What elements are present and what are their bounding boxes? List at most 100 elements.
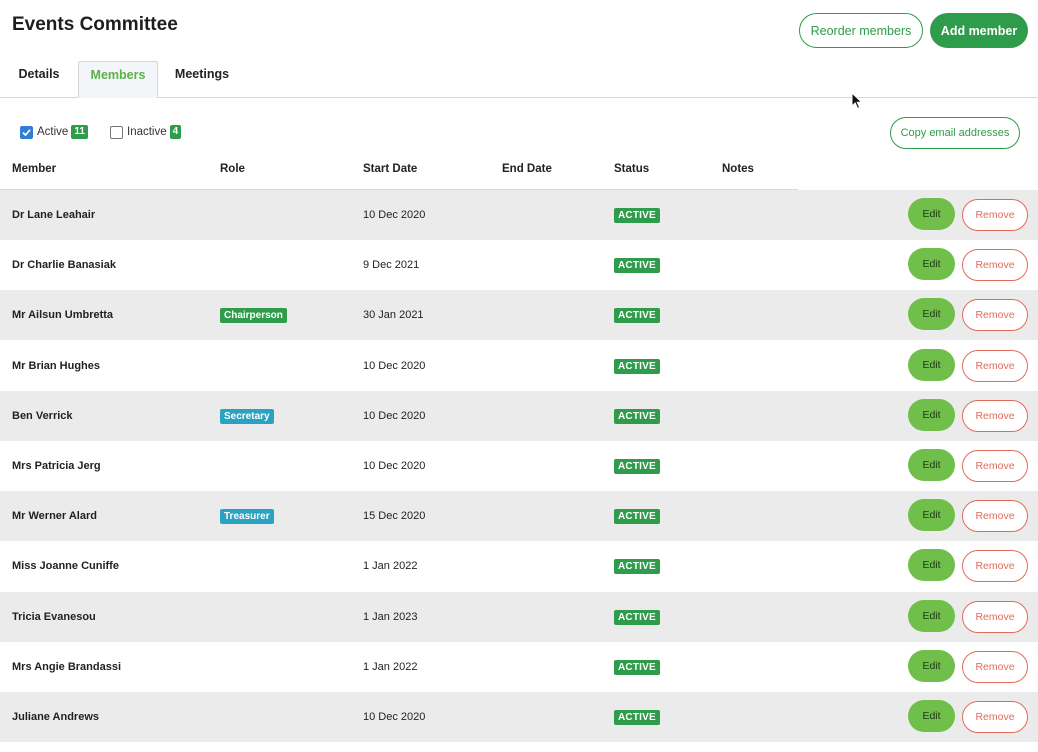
tab-bar: Details Members Meetings (0, 61, 1038, 98)
table-row: Mr Ailsun Umbretta Chairperson 30 Jan 2021… (0, 290, 1038, 340)
active-filter[interactable]: Active 11 (20, 123, 88, 141)
member-name: Ben Verrick (12, 410, 73, 422)
reorder-members-button[interactable]: Reorder members (799, 13, 923, 48)
table-row: Mrs Patricia Jerg 10 Dec 2020 ACTIVE Edit Re… (0, 441, 1038, 491)
table-row: Mr Werner Alard Treasurer 15 Dec 2020 ACTIV… (0, 491, 1038, 541)
status-badge: ACTIVE (614, 709, 660, 725)
add-member-button[interactable]: Add member (930, 13, 1028, 48)
page-title: Events Committee (12, 14, 178, 35)
table-row: Mrs Angie Brandassi 1 Jan 2022 ACTIVE Edit R… (0, 642, 1038, 692)
inactive-filter[interactable]: Inactive 4 (110, 123, 182, 141)
inactive-count-badge: 4 (169, 125, 182, 139)
remove-member-button[interactable]: Remove (962, 701, 1028, 733)
member-name: Dr Charlie Banasiak (12, 259, 116, 271)
start-date: 9 Dec 2021 (363, 259, 420, 271)
status-cell: ACTIVE (614, 642, 660, 692)
active-checkbox[interactable] (20, 125, 33, 139)
member-name: Mr Werner Alard (12, 510, 97, 522)
edit-member-button[interactable]: Edit (908, 600, 955, 632)
status-cell: ACTIVE (614, 592, 660, 642)
edit-member-button[interactable]: Edit (908, 399, 955, 431)
status-badge: ACTIVE (614, 609, 660, 625)
status-cell: ACTIVE (614, 240, 660, 290)
remove-member-button[interactable]: Remove (962, 199, 1028, 231)
table-row: Juliane Andrews 10 Dec 2020 ACTIVE Edit Remo… (0, 692, 1038, 742)
column-header-notes[interactable]: Notes (722, 163, 754, 175)
role-badge: Treasurer (220, 508, 274, 524)
member-role-cell: Secretary (220, 391, 274, 441)
table-row: Dr Charlie Banasiak 9 Dec 2021 ACTIVE Edit R… (0, 240, 1038, 290)
tab-meetings[interactable]: Meetings (166, 61, 238, 98)
member-name: Dr Lane Leahair (12, 209, 96, 221)
member-role-cell: Chairperson (220, 290, 287, 340)
start-date: 1 Jan 2023 (363, 611, 418, 623)
table-row: Miss Joanne Cuniffe 1 Jan 2022 ACTIVE Edit R… (0, 541, 1038, 591)
edit-member-button[interactable]: Edit (908, 700, 955, 732)
remove-member-button[interactable]: Remove (962, 400, 1028, 432)
start-date: 10 Dec 2020 (363, 209, 426, 221)
table-header: Member Role Start Date End Date Status N… (0, 155, 1038, 190)
column-header-status[interactable]: Status (614, 163, 649, 175)
member-name: Tricia Evanesou (12, 611, 96, 623)
edit-member-button[interactable]: Edit (908, 349, 955, 381)
inactive-filter-label: Inactive (127, 126, 167, 138)
column-header-end-date[interactable]: End Date (502, 163, 552, 175)
edit-member-button[interactable]: Edit (908, 499, 955, 531)
edit-member-button[interactable]: Edit (908, 198, 955, 230)
member-name: Juliane Andrews (12, 711, 100, 723)
member-name: Mr Brian Hughes (12, 360, 101, 372)
table-row: Tricia Evanesou 1 Jan 2023 ACTIVE Edit Remov… (0, 592, 1038, 642)
status-badge: ACTIVE (614, 257, 660, 273)
status-badge: ACTIVE (614, 659, 660, 675)
status-badge: ACTIVE (614, 508, 660, 524)
start-date: 15 Dec 2020 (363, 510, 426, 522)
status-cell: ACTIVE (614, 391, 660, 441)
member-name: Miss Joanne Cuniffe (12, 560, 119, 572)
member-name: Mrs Patricia Jerg (12, 460, 101, 472)
start-date: 10 Dec 2020 (363, 360, 426, 372)
status-badge: ACTIVE (614, 408, 660, 424)
edit-member-button[interactable]: Edit (908, 549, 955, 581)
start-date: 10 Dec 2020 (363, 410, 426, 422)
status-badge: ACTIVE (614, 307, 660, 323)
role-badge: Chairperson (220, 307, 287, 323)
inactive-checkbox[interactable] (110, 125, 123, 139)
page-header: Events Committee Reorder members Add mem… (0, 0, 1038, 60)
remove-member-button[interactable]: Remove (962, 651, 1028, 683)
status-cell: ACTIVE (614, 441, 660, 491)
active-filter-label: Active (37, 126, 69, 138)
active-count-badge: 11 (71, 125, 88, 139)
column-header-member[interactable]: Member (12, 163, 56, 175)
edit-member-button[interactable]: Edit (908, 650, 955, 682)
status-badge: ACTIVE (614, 458, 660, 474)
remove-member-button[interactable]: Remove (962, 550, 1028, 582)
column-header-role[interactable]: Role (220, 163, 245, 175)
start-date: 30 Jan 2021 (363, 309, 424, 321)
edit-member-button[interactable]: Edit (908, 298, 955, 330)
remove-member-button[interactable]: Remove (962, 500, 1028, 532)
remove-member-button[interactable]: Remove (962, 601, 1028, 633)
remove-member-button[interactable]: Remove (962, 350, 1028, 382)
table-row: Ben Verrick Secretary 10 Dec 2020 ACTIVE Edi… (0, 391, 1038, 441)
remove-member-button[interactable]: Remove (962, 450, 1028, 482)
column-header-start-date[interactable]: Start Date (363, 163, 417, 175)
remove-member-button[interactable]: Remove (962, 249, 1028, 281)
start-date: 10 Dec 2020 (363, 460, 426, 472)
status-cell: ACTIVE (614, 491, 660, 541)
checkmark-icon (22, 128, 31, 136)
status-cell: ACTIVE (614, 692, 660, 742)
status-cell: ACTIVE (614, 541, 660, 591)
start-date: 1 Jan 2022 (363, 661, 418, 673)
table-row: Dr Lane Leahair 10 Dec 2020 ACTIVE Edit Remo… (0, 190, 1038, 240)
edit-member-button[interactable]: Edit (908, 248, 955, 280)
remove-member-button[interactable]: Remove (962, 299, 1028, 331)
status-badge: ACTIVE (614, 207, 660, 223)
tab-members[interactable]: Members (78, 61, 158, 98)
member-name: Mrs Angie Brandassi (12, 661, 122, 673)
edit-member-button[interactable]: Edit (908, 449, 955, 481)
copy-email-addresses-button[interactable]: Copy email addresses (890, 117, 1020, 149)
status-cell: ACTIVE (614, 290, 660, 340)
status-badge: ACTIVE (614, 558, 660, 574)
tab-details[interactable]: Details (8, 61, 70, 98)
role-badge: Secretary (220, 408, 274, 424)
